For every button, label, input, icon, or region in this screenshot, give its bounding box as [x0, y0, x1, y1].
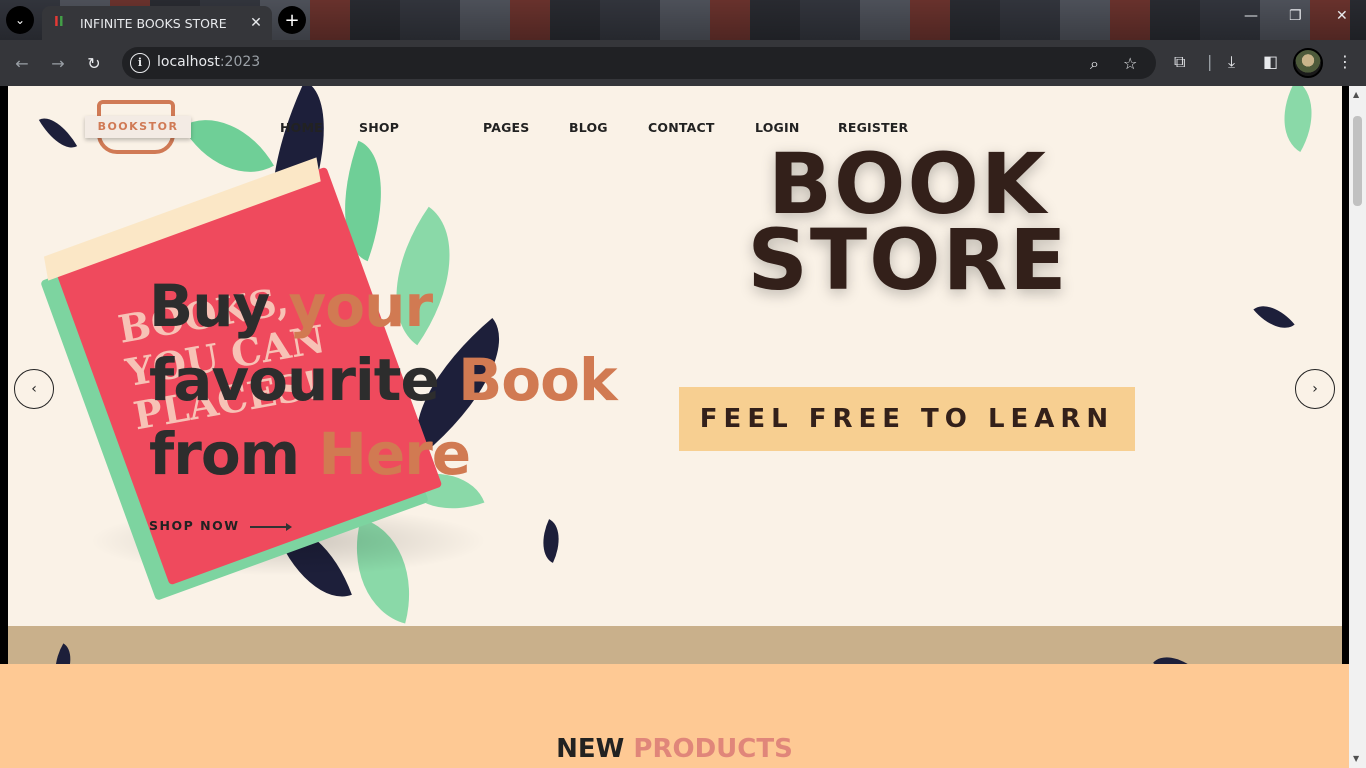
site-info-icon[interactable]: i	[130, 53, 150, 73]
hero-bottom-band	[8, 626, 1342, 664]
url-port: :2023	[219, 54, 261, 70]
close-window-icon[interactable]: ✕	[1336, 8, 1348, 24]
headline-line2-accent: Book	[458, 346, 617, 414]
slider-prev-button[interactable]: ‹	[14, 369, 54, 409]
leaf-decoration	[45, 643, 81, 664]
browser-tab[interactable]: II INFINITE BOOKS STORE ✕	[42, 6, 272, 40]
nav-shop[interactable]: SHOP	[359, 120, 399, 135]
nav-home[interactable]: HOME	[280, 120, 323, 135]
zoom-icon[interactable]: ⌕	[1090, 54, 1099, 74]
side-panel-icon[interactable]: ◧	[1263, 52, 1278, 71]
reload-icon[interactable]: ↻	[82, 51, 106, 75]
title-line2: STORE	[747, 211, 1069, 309]
toolbar-divider: |	[1207, 52, 1213, 71]
nav-blog[interactable]: BLOG	[569, 120, 608, 135]
browser-toolbar: ← → ↻ i localhost:2023 ⌕ ☆ ⧉ | ⤓ ◧ ⋮	[0, 40, 1366, 86]
site-logo[interactable]: BOOKSTOR	[85, 100, 195, 156]
new-products-section: NEW PRODUCTS	[0, 664, 1349, 768]
headline-line1: Buy	[149, 272, 289, 340]
slider-next-button[interactable]: ›	[1295, 369, 1335, 409]
leaf-decoration	[1265, 86, 1331, 152]
close-tab-icon[interactable]: ✕	[248, 15, 264, 31]
back-icon[interactable]: ←	[10, 51, 34, 75]
hero-headline: Buy your favourite Book from Here	[149, 269, 618, 491]
leaf-decoration	[533, 519, 569, 563]
shop-now-link[interactable]: SHOP NOW	[149, 518, 239, 533]
scroll-up-icon[interactable]: ▲	[1353, 90, 1359, 99]
scroll-down-icon[interactable]: ▼	[1353, 754, 1359, 763]
menu-kebab-icon[interactable]: ⋮	[1337, 52, 1353, 71]
minimize-icon[interactable]: —	[1244, 8, 1258, 24]
url-host: localhost	[157, 54, 220, 70]
tab-title: INFINITE BOOKS STORE	[80, 15, 227, 31]
heading-accent: PRODUCTS	[633, 734, 793, 764]
hero-section: BOOKS, YOU CAN PLACES! BOOKSTOR HOME SHO…	[8, 86, 1342, 626]
leaf-decoration	[1253, 295, 1295, 339]
book-store-title: BOOK STORE	[708, 142, 1108, 309]
page-scrollbar[interactable]: ▲ ▼	[1349, 86, 1366, 768]
logo-text: BOOKSTOR	[85, 116, 191, 138]
feel-free-to-learn-button[interactable]: FEEL FREE TO LEARN	[679, 387, 1135, 451]
site-favicon-icon: II	[54, 15, 64, 30]
headline-line2: favourite	[149, 346, 459, 414]
downloads-icon[interactable]: ⤓	[1228, 52, 1235, 72]
nav-register[interactable]: REGISTER	[838, 120, 908, 135]
arrow-right-icon[interactable]	[250, 523, 292, 531]
headline-line3: from	[149, 420, 319, 488]
new-tab-button[interactable]: +	[278, 6, 306, 34]
leaf-decoration	[38, 109, 78, 157]
tab-search-button[interactable]: ⌄	[6, 6, 34, 34]
url-text[interactable]: localhost:2023	[157, 54, 260, 70]
page-viewport: BOOKS, YOU CAN PLACES! BOOKSTOR HOME SHO…	[0, 86, 1366, 768]
headline-line3-accent: Here	[318, 420, 471, 488]
nav-pages[interactable]: PAGES	[483, 120, 530, 135]
heading-plain: NEW	[556, 734, 634, 764]
new-products-heading: NEW PRODUCTS	[0, 734, 1349, 764]
maximize-icon[interactable]: ❐	[1289, 8, 1302, 24]
extensions-icon[interactable]: ⧉	[1174, 52, 1185, 72]
headline-line1-accent: your	[288, 272, 434, 340]
nav-contact[interactable]: CONTACT	[648, 120, 715, 135]
profile-avatar[interactable]	[1293, 48, 1323, 78]
address-bar[interactable]: i localhost:2023 ⌕ ☆	[122, 47, 1156, 79]
nav-login[interactable]: LOGIN	[755, 120, 800, 135]
book-pages	[43, 157, 321, 281]
bookmark-star-icon[interactable]: ☆	[1123, 54, 1137, 73]
scrollbar-thumb[interactable]	[1353, 116, 1362, 206]
forward-icon[interactable]: →	[46, 51, 70, 75]
leaf-decoration	[1153, 646, 1195, 664]
